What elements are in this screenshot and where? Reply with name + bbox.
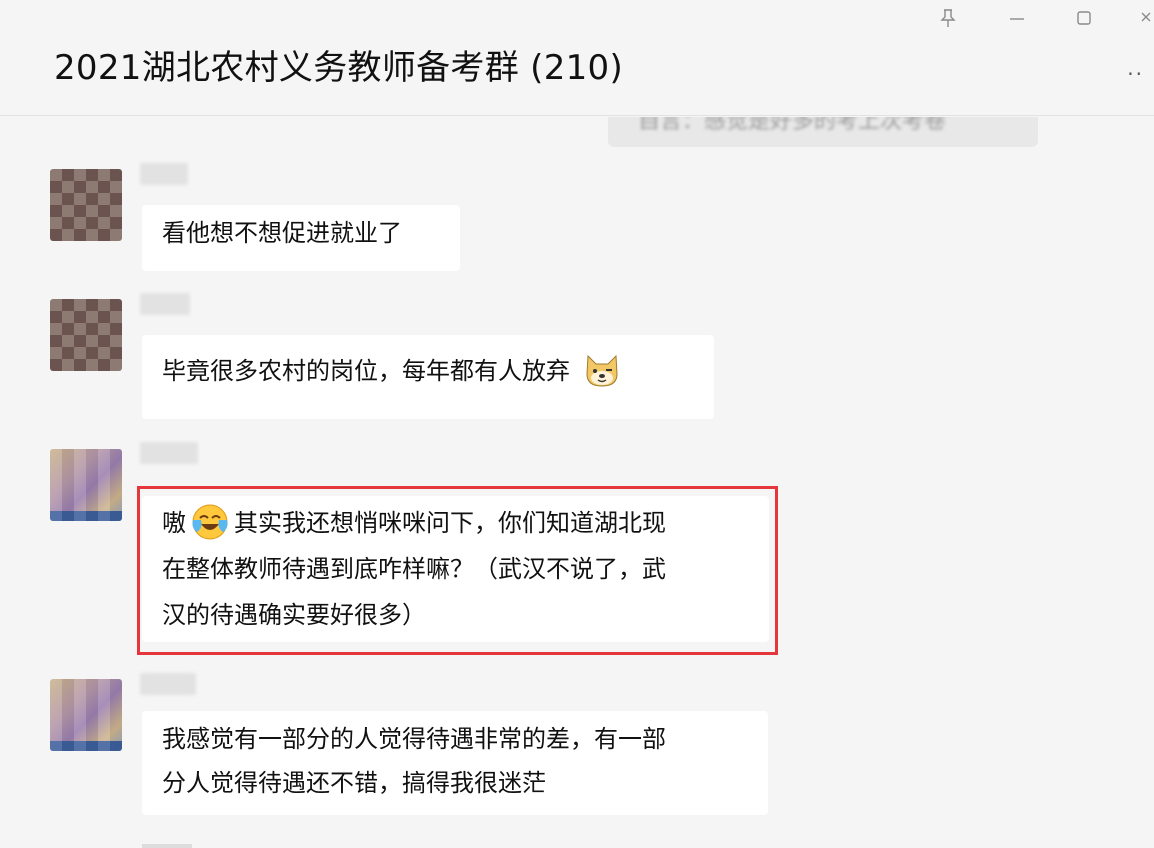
close-icon[interactable] [1134, 8, 1154, 34]
message-text: 分人觉得待遇还不错，搞得我很迷茫 [162, 769, 546, 797]
next-message-preview [142, 844, 192, 848]
chat-header: 2021湖北农村义务教师备考群 (210) ·· [0, 0, 1154, 116]
highlight-box [137, 486, 778, 655]
avatar[interactable] [50, 679, 122, 751]
message-line: 分人觉得待遇还不错，搞得我很迷茫 [162, 761, 748, 805]
doge-emoji [582, 350, 622, 390]
message-list: 自言：感觉是好多的考上次考卷 看他想不想促进就业了 毕竟很多农村的岗位，每年都有… [0, 117, 1154, 848]
message-bubble: 看他想不想促进就业了 [142, 205, 460, 271]
message-text: 我感觉有一部分的人觉得待遇非常的差，有一部 [162, 725, 666, 753]
more-options-button[interactable]: ·· [1127, 62, 1144, 86]
minimize-icon[interactable] [1004, 8, 1030, 34]
maximize-icon[interactable] [1071, 8, 1097, 34]
nickname [140, 673, 196, 695]
nickname [140, 442, 198, 464]
nickname [140, 293, 190, 315]
avatar[interactable] [50, 449, 122, 521]
message-text: 看他想不想促进就业了 [162, 219, 402, 247]
chat-title: 2021湖北农村义务教师备考群 (210) [54, 48, 624, 88]
message-bubble: 毕竟很多农村的岗位，每年都有人放弃 [142, 335, 714, 419]
message-bubble: 我感觉有一部分的人觉得待遇非常的差，有一部 分人觉得待遇还不错，搞得我很迷茫 [142, 711, 768, 815]
self-message-text: 自言：感觉是好多的考上次考卷 [638, 117, 947, 134]
message-text: 毕竟很多农村的岗位，每年都有人放弃 [162, 357, 570, 385]
nickname [140, 163, 188, 185]
self-message-bubble: 自言：感觉是好多的考上次考卷 [608, 117, 1038, 147]
message-line: 我感觉有一部分的人觉得待遇非常的差，有一部 [162, 717, 748, 761]
avatar[interactable] [50, 169, 122, 241]
avatar[interactable] [50, 299, 122, 371]
pin-icon[interactable] [935, 8, 961, 34]
